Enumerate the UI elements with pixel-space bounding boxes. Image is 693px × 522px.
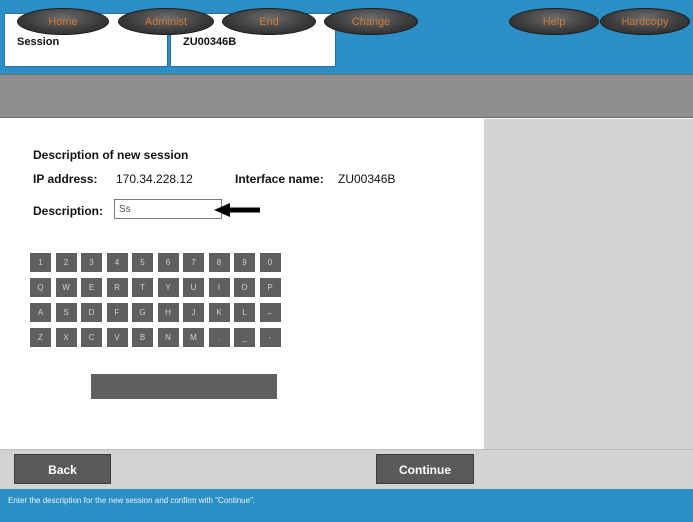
key-c[interactable]: C: [81, 328, 102, 347]
key-0[interactable]: 0: [259, 253, 281, 272]
key-z[interactable]: Z: [30, 328, 51, 347]
nav-bar: [0, 74, 693, 118]
key-h[interactable]: H: [157, 303, 179, 322]
key-7[interactable]: 7: [183, 253, 204, 272]
key-b[interactable]: B: [132, 328, 153, 347]
key-n[interactable]: N: [157, 328, 179, 347]
side-panel: [484, 119, 693, 449]
home-button[interactable]: Home: [17, 8, 109, 35]
description-label: Description:: [33, 204, 104, 218]
continue-button[interactable]: Continue: [376, 454, 474, 484]
ip-address-value: 170.34.228.12: [116, 172, 193, 186]
key-t[interactable]: T: [132, 278, 153, 297]
key-r[interactable]: R: [106, 278, 128, 297]
key-3[interactable]: 3: [81, 253, 102, 272]
key-a[interactable]: A: [30, 303, 51, 322]
key-1[interactable]: 1: [30, 253, 51, 272]
key-4[interactable]: 4: [106, 253, 128, 272]
key-g[interactable]: G: [132, 303, 153, 322]
key-5[interactable]: 5: [132, 253, 153, 272]
key-8[interactable]: 8: [208, 253, 230, 272]
key-k[interactable]: K: [208, 303, 230, 322]
key-y[interactable]: Y: [157, 278, 179, 297]
key-underscore[interactable]: _: [234, 328, 255, 347]
back-button[interactable]: Back: [14, 454, 111, 484]
key-l[interactable]: L: [234, 303, 255, 322]
end-button[interactable]: End: [222, 8, 316, 35]
key-j[interactable]: J: [183, 303, 204, 322]
key-dash[interactable]: -: [259, 328, 281, 347]
interface-name-label: Interface name:: [235, 172, 324, 186]
section-title: Description of new session: [33, 148, 189, 162]
change-button[interactable]: Change: [324, 8, 418, 35]
key-d[interactable]: D: [81, 303, 102, 322]
key-m[interactable]: M: [183, 328, 204, 347]
key-period[interactable]: .: [208, 328, 230, 347]
description-input[interactable]: [114, 199, 222, 219]
key-o[interactable]: O: [234, 278, 255, 297]
key-v[interactable]: V: [106, 328, 128, 347]
help-button[interactable]: Help: [509, 8, 599, 35]
key-q[interactable]: Q: [30, 278, 51, 297]
interface-name-value: ZU00346B: [338, 172, 396, 186]
key-p[interactable]: P: [259, 278, 281, 297]
arrow-left-icon: [214, 203, 260, 217]
space-key[interactable]: [91, 374, 277, 399]
administ-button[interactable]: Administ: [118, 8, 214, 35]
key-s[interactable]: S: [55, 303, 77, 322]
key-w[interactable]: W: [55, 278, 77, 297]
key-6[interactable]: 6: [157, 253, 179, 272]
key-f[interactable]: F: [106, 303, 128, 322]
key-i[interactable]: I: [208, 278, 230, 297]
key-x[interactable]: X: [55, 328, 77, 347]
status-bar: Enter the description for the new sessio…: [0, 489, 693, 522]
key-e[interactable]: E: [81, 278, 102, 297]
ip-address-label: IP address:: [33, 172, 98, 186]
key-9[interactable]: 9: [234, 253, 255, 272]
key-backspace[interactable]: ←: [259, 303, 281, 322]
key-u[interactable]: U: [183, 278, 204, 297]
hardcopy-button[interactable]: Hardcopy: [600, 8, 690, 35]
key-2[interactable]: 2: [55, 253, 77, 272]
